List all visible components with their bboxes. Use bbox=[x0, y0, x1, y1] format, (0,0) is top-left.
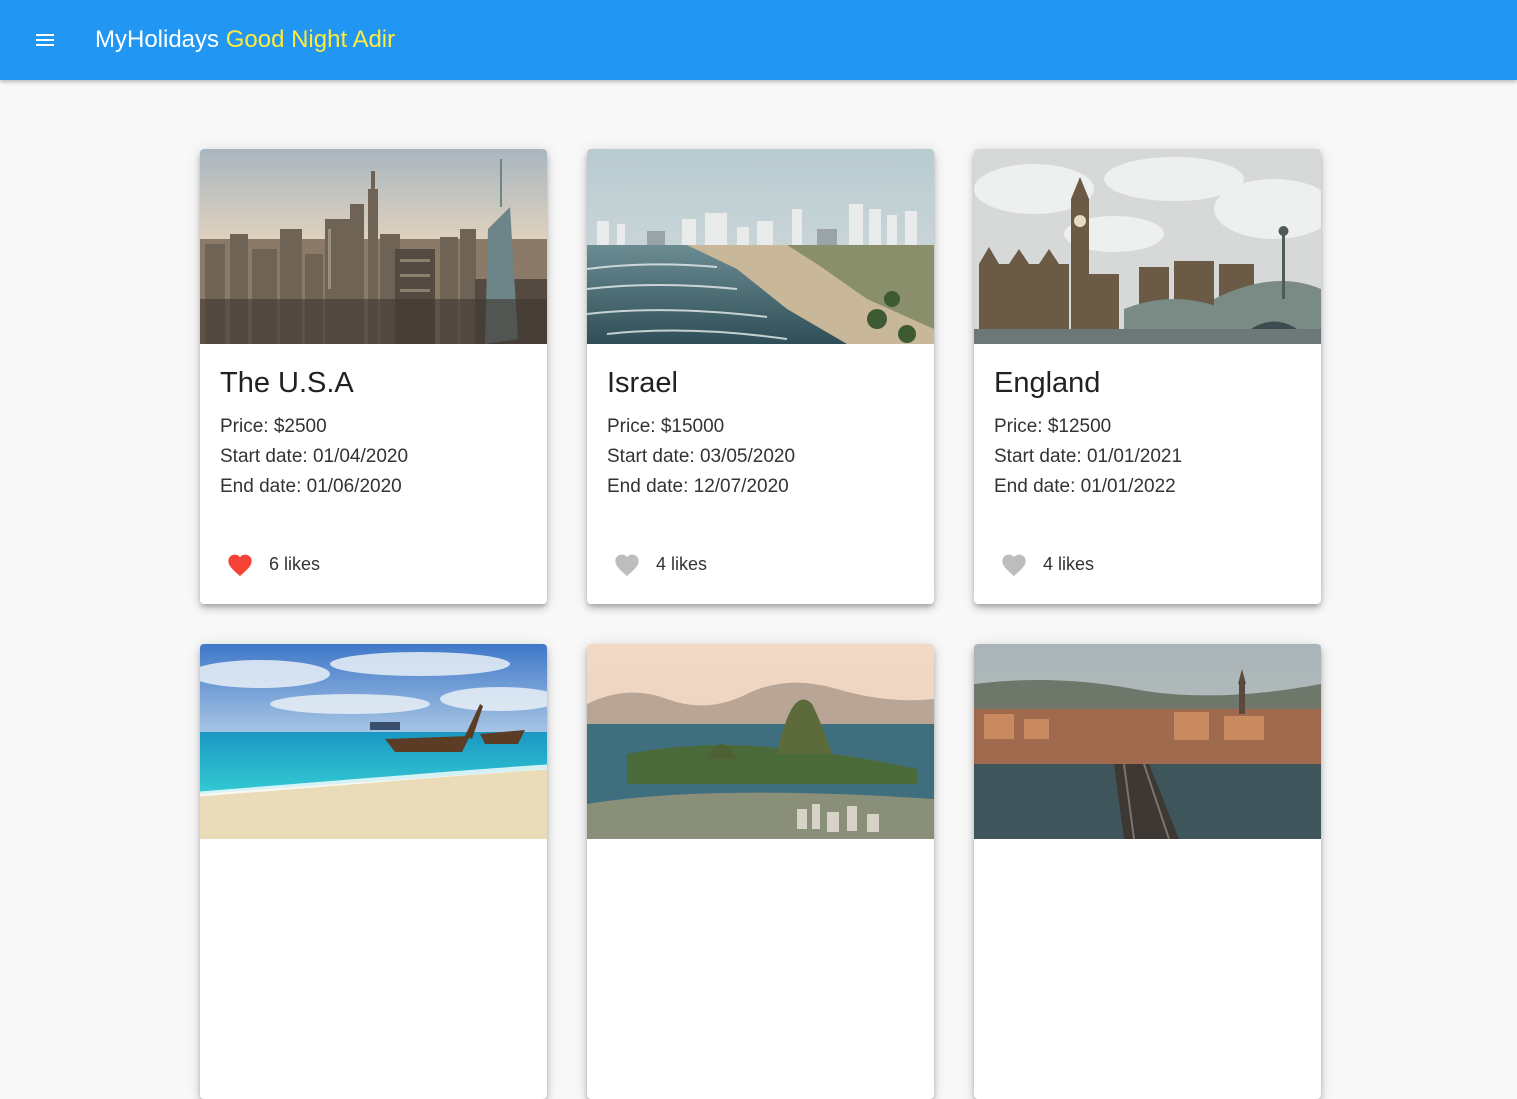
tropical-beach-longtail-boat-photo bbox=[200, 644, 547, 839]
hamburger-menu-icon bbox=[36, 34, 54, 46]
price-text: Price: $12500 bbox=[994, 416, 1112, 437]
vacation-card bbox=[974, 644, 1321, 1099]
vacation-card: The U.S.A Price: $2500 Start date: 01/04… bbox=[200, 149, 547, 604]
rio-sugarloaf-mountain-photo bbox=[587, 644, 934, 839]
tel-aviv-beach-photo bbox=[587, 149, 934, 344]
card-title: Israel bbox=[607, 367, 678, 399]
like-button[interactable] bbox=[220, 544, 260, 584]
card-title: England bbox=[994, 367, 1101, 399]
vacation-card bbox=[587, 644, 934, 1099]
end-date-text: End date: 12/07/2020 bbox=[607, 476, 789, 497]
vacations-grid: The U.S.A Price: $2500 Start date: 01/04… bbox=[200, 149, 1321, 1099]
heart-icon bbox=[228, 554, 252, 577]
like-button[interactable] bbox=[994, 544, 1034, 584]
like-button[interactable] bbox=[607, 544, 647, 584]
end-date-text: End date: 01/01/2022 bbox=[994, 476, 1176, 497]
start-date-text: Start date: 03/05/2020 bbox=[607, 446, 796, 467]
vacation-card: Israel Price: $15000 Start date: 03/05/2… bbox=[587, 149, 934, 604]
card-actions: 6 likes bbox=[200, 544, 547, 584]
app-title: MyHolidays Good Night Adir bbox=[95, 26, 395, 54]
prague-charles-bridge-photo bbox=[974, 644, 1321, 839]
likes-count: 4 likes bbox=[1043, 553, 1095, 574]
price-text: Price: $2500 bbox=[220, 416, 327, 437]
start-date-text: Start date: 01/04/2020 bbox=[220, 446, 409, 467]
big-ben-westminster-photo bbox=[974, 149, 1321, 344]
menu-button[interactable] bbox=[21, 16, 69, 64]
card-title: The U.S.A bbox=[220, 367, 354, 399]
likes-count: 4 likes bbox=[656, 553, 708, 574]
heart-icon bbox=[615, 554, 639, 577]
start-date-text: Start date: 01/01/2021 bbox=[994, 446, 1183, 467]
likes-count: 6 likes bbox=[269, 553, 321, 574]
app-bar: MyHolidays Good Night Adir bbox=[0, 0, 1517, 80]
brand-name: MyHolidays bbox=[95, 26, 220, 53]
greeting-text: Good Night Adir bbox=[225, 26, 396, 53]
price-text: Price: $15000 bbox=[607, 416, 725, 437]
vacation-card bbox=[200, 644, 547, 1099]
vacation-card: England Price: $12500 Start date: 01/01/… bbox=[974, 149, 1321, 604]
end-date-text: End date: 01/06/2020 bbox=[220, 476, 402, 497]
card-actions: 4 likes bbox=[587, 544, 934, 584]
card-actions: 4 likes bbox=[974, 544, 1321, 584]
heart-icon bbox=[1002, 554, 1026, 577]
new-york-skyline-photo bbox=[200, 149, 547, 344]
